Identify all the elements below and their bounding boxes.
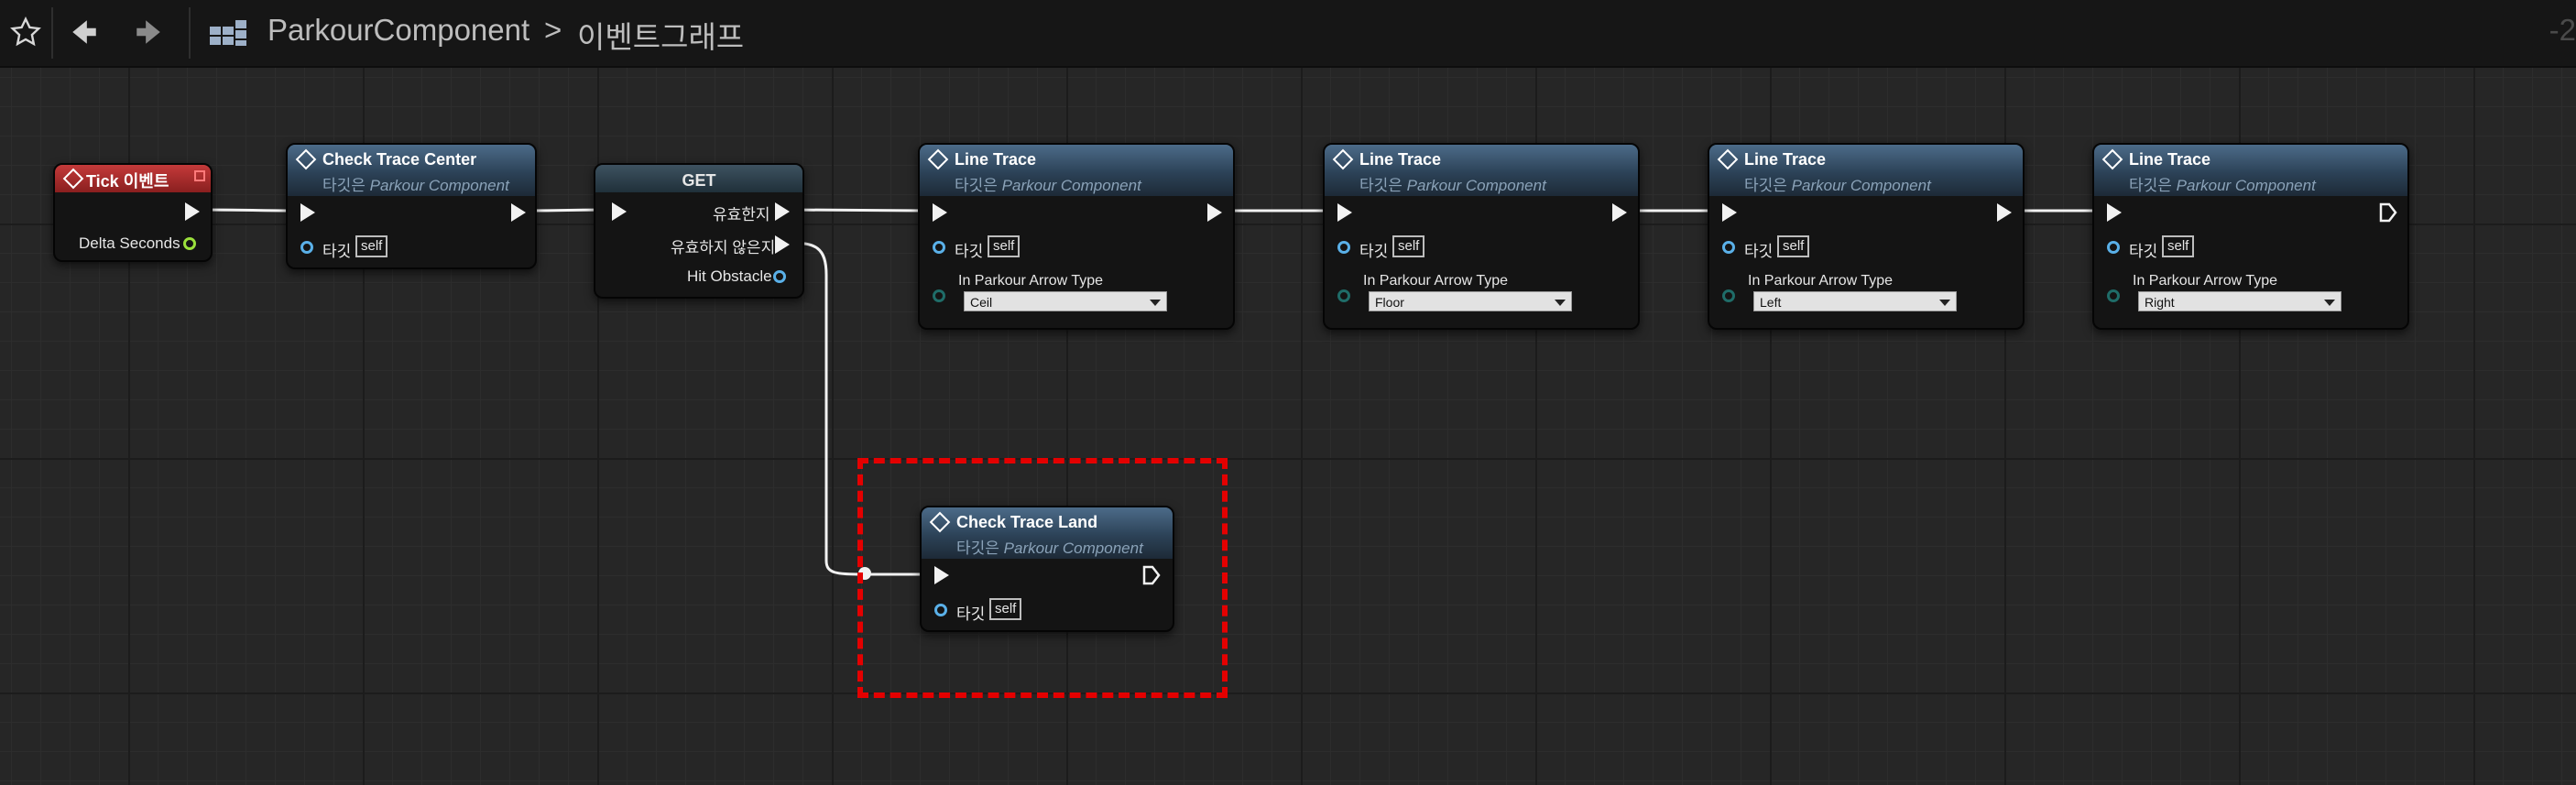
chevron-down-icon	[1939, 300, 1950, 306]
arrow-type-pin[interactable]	[2107, 289, 2120, 302]
target-self-value[interactable]: self	[355, 235, 388, 257]
node-title: Line Trace	[955, 150, 1037, 169]
line-trace-node-ceil[interactable]: Line Trace 타깃은 Parkour Component 타깃 self…	[918, 143, 1235, 330]
get-node[interactable]: GET 유효한지 유효하지 않은지 Hit Obstacle	[594, 163, 804, 299]
exec-out-pin[interactable]	[511, 203, 526, 222]
target-label: 타깃	[1744, 243, 1774, 260]
line-trace-node-left[interactable]: Line Trace 타깃은 Parkour Component 타깃 self…	[1708, 143, 2025, 330]
function-icon	[927, 148, 949, 170]
node-subtitle: 타깃은 Parkour Component	[955, 177, 1141, 194]
delegate-square-icon[interactable]	[194, 170, 205, 181]
exec-in-pin[interactable]	[2107, 203, 2122, 222]
target-self-value[interactable]: self	[1392, 235, 1425, 257]
node-header: Line Trace 타깃은 Parkour Component	[920, 145, 1233, 196]
target-pin[interactable]	[933, 241, 945, 254]
chevron-down-icon	[1555, 300, 1566, 306]
target-label: 타깃	[1359, 243, 1389, 260]
arrow-type-label: In Parkour Arrow Type	[1748, 273, 1893, 289]
arrow-type-pin[interactable]	[1722, 289, 1735, 302]
node-title: Line Trace	[2129, 150, 2211, 169]
node-subtitle: 타깃은 Parkour Component	[1359, 177, 1546, 194]
chevron-down-icon	[2324, 300, 2335, 306]
line-trace-node-floor[interactable]: Line Trace 타깃은 Parkour Component 타깃 self…	[1323, 143, 1640, 330]
exec-in-pin[interactable]	[612, 202, 627, 221]
not-valid-exec-pin[interactable]	[775, 235, 790, 254]
hit-obstacle-pin[interactable]	[773, 270, 786, 283]
target-self-value[interactable]: self	[1777, 235, 1810, 257]
tick-event-node[interactable]: Tick 이벤트 Delta Seconds	[53, 163, 213, 262]
node-subtitle: 타깃은 Parkour Component	[322, 177, 509, 194]
target-pin[interactable]	[2107, 241, 2120, 254]
exec-in-pin[interactable]	[1337, 203, 1352, 222]
node-title: Line Trace	[1359, 150, 1442, 169]
node-title: Check Trace Center	[322, 150, 477, 169]
function-icon	[1332, 148, 1354, 170]
valid-exec-pin[interactable]	[775, 202, 790, 221]
target-label: 타깃	[2129, 243, 2158, 260]
arrow-type-dropdown[interactable]: Left	[1753, 291, 1957, 311]
node-title: Line Trace	[1744, 150, 1827, 169]
arrow-type-dropdown[interactable]: Ceil	[964, 291, 1167, 311]
exec-wire-get-valid-to-trace1	[789, 208, 926, 213]
node-header: Tick 이벤트	[55, 165, 211, 192]
node-subtitle: 타깃은 Parkour Component	[2129, 177, 2316, 194]
node-header: Line Trace 타깃은 Parkour Component	[1325, 145, 1638, 196]
arrow-type-pin[interactable]	[933, 289, 945, 302]
node-title: GET	[595, 165, 802, 192]
node-subtitle: 타깃은 Parkour Component	[1744, 177, 1931, 194]
chevron-down-icon	[1150, 300, 1161, 306]
arrow-type-label: In Parkour Arrow Type	[2133, 273, 2277, 289]
target-pin[interactable]	[1337, 241, 1350, 254]
exec-out-pin[interactable]	[1207, 203, 1222, 222]
target-pin[interactable]	[300, 241, 313, 254]
function-icon	[1717, 148, 1739, 170]
event-diamond-icon	[62, 168, 84, 190]
highlight-annotation	[857, 458, 1228, 698]
target-self-value[interactable]: self	[2162, 235, 2195, 257]
node-header: Line Trace 타깃은 Parkour Component	[2094, 145, 2407, 196]
valid-label: 유효한지	[713, 206, 770, 224]
line-trace-node-right[interactable]: Line Trace 타깃은 Parkour Component 타깃 self…	[2092, 143, 2409, 330]
delta-seconds-pin[interactable]	[183, 237, 196, 250]
delta-seconds-label: Delta Seconds	[79, 234, 180, 252]
node-title: Tick 이벤트	[86, 172, 169, 191]
exec-in-pin[interactable]	[933, 203, 947, 222]
function-icon	[295, 148, 317, 170]
node-header: Line Trace 타깃은 Parkour Component	[1709, 145, 2023, 196]
arrow-type-label: In Parkour Arrow Type	[958, 273, 1103, 289]
exec-in-pin[interactable]	[1722, 203, 1737, 222]
exec-in-pin[interactable]	[300, 203, 315, 222]
arrow-type-pin[interactable]	[1337, 289, 1350, 302]
target-label: 타깃	[322, 243, 352, 260]
check-trace-center-node[interactable]: Check Trace Center 타깃은 Parkour Component…	[286, 143, 537, 269]
exec-wire-tick-to-center	[202, 208, 296, 213]
exec-out-pin[interactable]	[1997, 203, 2012, 222]
arrow-type-dropdown[interactable]: Right	[2138, 291, 2341, 311]
exec-out-pin[interactable]	[1612, 203, 1627, 222]
target-pin[interactable]	[1722, 241, 1735, 254]
wire-layer	[202, 208, 2100, 580]
node-header: Check Trace Center 타깃은 Parkour Component	[288, 145, 535, 196]
function-icon	[2101, 148, 2123, 170]
arrow-type-dropdown[interactable]: Floor	[1369, 291, 1572, 311]
target-label: 타깃	[955, 243, 984, 260]
exec-out-pin-unconnected[interactable]	[2378, 202, 2398, 224]
hit-obstacle-label: Hit Obstacle	[687, 267, 772, 285]
arrow-type-label: In Parkour Arrow Type	[1363, 273, 1508, 289]
not-valid-label: 유효하지 않은지	[671, 239, 776, 256]
exec-out-pin[interactable]	[185, 202, 200, 221]
target-self-value[interactable]: self	[988, 235, 1021, 257]
